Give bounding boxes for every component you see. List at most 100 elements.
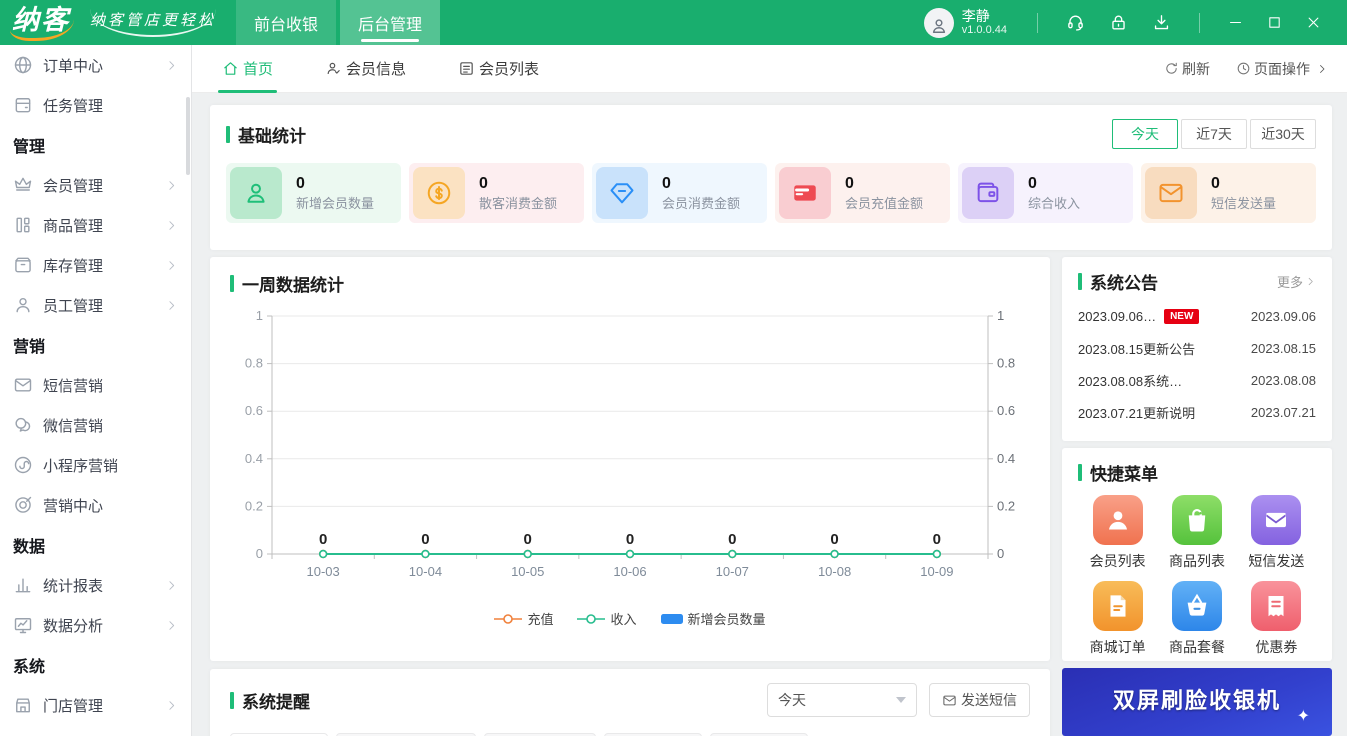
sms-icon: [13, 375, 33, 395]
topbar: 纳客 纳客管店更轻松 前台收银 后台管理 李静 v1.0.0.44: [0, 0, 1347, 45]
sidebar-item[interactable]: 员工管理: [0, 285, 191, 325]
quick-menu-title: 快捷菜单: [1078, 460, 1316, 485]
sidebar-item[interactable]: 库存管理: [0, 245, 191, 285]
qdoc-icon: [1103, 591, 1133, 621]
sidebar: 订单中心 任务管理 管理 会员管理 商品管理 库存管理 员工管理 营销 短信营销 微信营销 小程序营…: [0, 45, 192, 736]
maximize-icon[interactable]: [1267, 15, 1282, 30]
legend-item[interactable]: 充值: [494, 609, 553, 628]
user-avatar-icon: [929, 16, 949, 36]
legend-label: 收入: [610, 612, 637, 627]
page-tabstrip: 首页 会员信息 会员列表 刷新 页面操作: [192, 45, 1347, 93]
page-tab[interactable]: 会员列表: [458, 45, 539, 93]
stat-card: 0 综合收入: [958, 163, 1133, 223]
range-button-label: 近30天: [1261, 126, 1305, 142]
announcement-row[interactable]: 2023.09.06… NEW 2023.09.06: [1078, 300, 1316, 332]
quick-menu-item[interactable]: 短信发送: [1248, 495, 1304, 571]
range-button[interactable]: 近7天: [1181, 119, 1247, 149]
sidebar-item-label: 小程序营销: [43, 457, 119, 475]
range-filter: 今天 近7天 近30天: [1109, 119, 1316, 149]
svg-text:0: 0: [626, 531, 634, 548]
new-badge: NEW: [1164, 308, 1200, 324]
sidebar-item[interactable]: 微信营销: [0, 405, 191, 445]
send-sms-label: 发送短信: [961, 692, 1017, 708]
announcement-row[interactable]: 2023.07.21更新说明 2023.07.21: [1078, 396, 1316, 428]
quick-menu-card: 快捷菜单 会员列表 商品列表 短信发送商城订单 商品套餐 优惠券: [1062, 448, 1332, 661]
announcements-more-link[interactable]: 更多: [1277, 272, 1316, 291]
sidebar-item[interactable]: 短信营销: [0, 365, 191, 405]
support-icon[interactable]: [1066, 13, 1085, 32]
mail-icon: [942, 693, 957, 708]
send-sms-button[interactable]: 发送短信: [929, 683, 1030, 717]
stat-value: 0: [479, 174, 488, 192]
minimize-icon[interactable]: [1228, 15, 1243, 30]
announcement-row[interactable]: 2023.08.15更新公告 2023.08.15: [1078, 332, 1316, 364]
reminders-card: 系统提醒 今天 发送短信 生日提醒保养时间要到了会员没钱了: [210, 669, 1050, 736]
svg-text:0: 0: [319, 531, 327, 548]
ad-banner-text: 双屏刷脸收银机: [1112, 688, 1281, 713]
svg-text:10-09: 10-09: [920, 564, 953, 579]
quick-menu-item[interactable]: 商城订单: [1090, 581, 1146, 657]
reminders-period-select[interactable]: 今天: [767, 683, 917, 717]
sidebar-item[interactable]: 会员管理: [0, 165, 191, 205]
sidebar-item[interactable]: 商品管理: [0, 205, 191, 245]
sidebar-item[interactable]: 小程序营销: [0, 445, 191, 485]
sidebar-item[interactable]: 数据分析: [0, 605, 191, 645]
staff-icon: [13, 295, 33, 315]
svg-text:10-05: 10-05: [511, 564, 544, 579]
stat-value: 0: [296, 174, 305, 192]
inventory-icon: [13, 255, 33, 275]
quick-menu-label: 优惠券: [1255, 639, 1298, 655]
topbar-icons: [1054, 13, 1183, 32]
sidebar-item-label: 商品管理: [43, 217, 104, 235]
quick-menu-tile: [1092, 495, 1143, 545]
chevron-right-icon: [165, 699, 178, 712]
chevron-right-icon: [1305, 276, 1316, 287]
stat-value: 0: [662, 174, 671, 192]
range-button-label: 近7天: [1196, 126, 1232, 142]
topbar-nav-label: 后台管理: [358, 16, 423, 34]
avatar[interactable]: [923, 7, 954, 38]
page-tab[interactable]: 首页: [217, 45, 278, 93]
page-ops-button[interactable]: 页面操作: [1236, 59, 1331, 79]
stat-label: 短信发送量: [1211, 195, 1277, 211]
chevron-right-icon: [165, 59, 178, 72]
quick-menu-item[interactable]: 商品列表: [1169, 495, 1225, 571]
announcement-text: 2023.08.08系统…: [1078, 373, 1183, 389]
close-icon[interactable]: [1306, 15, 1321, 30]
stat-icon-tile: [413, 167, 465, 219]
svg-text:0.8: 0.8: [997, 356, 1015, 371]
legend-label: 充值: [527, 612, 554, 627]
svg-text:0.2: 0.2: [997, 498, 1015, 513]
refresh-label: 刷新: [1182, 60, 1210, 77]
download-icon[interactable]: [1152, 13, 1171, 32]
sidebar-item[interactable]: 统计报表: [0, 565, 191, 605]
sidebar-scrollbar[interactable]: [186, 97, 190, 175]
quick-menu-item[interactable]: 优惠券: [1251, 581, 1302, 657]
legend-item[interactable]: 新增会员数量: [660, 609, 766, 628]
range-button[interactable]: 近30天: [1250, 119, 1316, 149]
refresh-button[interactable]: 刷新: [1164, 59, 1210, 79]
quick-menu-item[interactable]: 商品套餐: [1169, 581, 1225, 657]
topbar-nav-cashier[interactable]: 前台收银: [236, 0, 337, 45]
sidebar-item[interactable]: 任务管理: [0, 85, 191, 125]
quick-menu-label: 商城订单: [1089, 639, 1146, 655]
range-button[interactable]: 今天: [1112, 119, 1178, 149]
quick-menu-item[interactable]: 会员列表: [1090, 495, 1146, 571]
svg-text:0: 0: [421, 531, 429, 548]
goods-icon: [13, 215, 33, 235]
sidebar-item[interactable]: 订单中心: [0, 45, 191, 85]
announcement-row[interactable]: 2023.08.08系统… 2023.08.08: [1078, 364, 1316, 396]
sidebar-item[interactable]: 门店管理: [0, 685, 191, 725]
svg-text:10-07: 10-07: [716, 564, 749, 579]
sidebar-item[interactable]: 营销中心: [0, 485, 191, 525]
qbag-icon: [1182, 505, 1212, 535]
lock-icon[interactable]: [1109, 13, 1128, 32]
list-icon: [458, 60, 475, 77]
legend-item[interactable]: 收入: [577, 609, 637, 628]
svg-text:0.6: 0.6: [245, 403, 263, 418]
page-tab[interactable]: 会员信息: [325, 45, 406, 93]
svg-text:1: 1: [256, 308, 263, 323]
topbar-nav-admin[interactable]: 后台管理: [340, 0, 441, 45]
stat-info: 0 新增会员数量: [296, 174, 374, 212]
ad-banner[interactable]: 双屏刷脸收银机 ✦: [1062, 668, 1332, 736]
